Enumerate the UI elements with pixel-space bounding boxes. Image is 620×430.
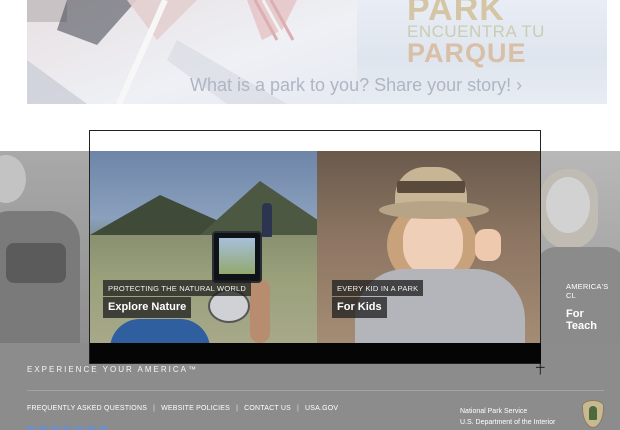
- ranger-hat-image: [379, 201, 489, 219]
- agency-department: U.S. Department of the Interior: [460, 419, 556, 426]
- footer-link-separator: |: [236, 405, 239, 412]
- footer-link-policies[interactable]: WEBSITE POLICIES: [161, 405, 230, 412]
- selection-overlay-strip: [90, 343, 541, 363]
- footer-link-separator: |: [153, 405, 156, 412]
- card-title[interactable]: For Kids: [332, 297, 387, 318]
- footer-tagline: EXPERIENCE YOUR AMERICA™: [27, 365, 198, 374]
- footer-links: FREQUENTLY ASKED QUESTIONS | WEBSITE POL…: [27, 405, 338, 412]
- card-explore-nature[interactable]: PROTECTING THE NATURAL WORLD Explore Nat…: [90, 151, 317, 343]
- card-title[interactable]: For Teach: [561, 304, 620, 337]
- brand-title-spanish: PARQUE: [407, 38, 527, 68]
- card-title[interactable]: Explore Nature: [103, 297, 192, 318]
- footer-link-contact[interactable]: CONTACT US: [244, 405, 291, 412]
- card-kicker: AMERICA'S CL: [566, 282, 609, 300]
- child-image: [403, 209, 463, 277]
- share-story-link[interactable]: What is a park to you? Share your story!…: [190, 75, 522, 96]
- footer-link-faq[interactable]: FREQUENTLY ASKED QUESTIONS: [27, 405, 147, 412]
- card-kicker: PROTECTING THE NATURAL WORLD: [103, 280, 251, 296]
- crosshair-icon: ┼: [536, 360, 545, 374]
- hiker-figure: [262, 203, 272, 237]
- gps-device-image: [212, 231, 262, 283]
- social-icons-row[interactable]: [27, 426, 107, 430]
- hero-banner[interactable]: PARK ENCUENTRA TU PARQUE What is a park …: [27, 0, 607, 104]
- card-for-kids[interactable]: EVERY KID IN A PARK For Kids: [317, 151, 540, 343]
- carousel-prev-slide[interactable]: [0, 151, 90, 343]
- footer-agency: National Park Service U.S. Department of…: [460, 406, 555, 428]
- page: PARK ENCUENTRA TU PARQUE What is a park …: [0, 0, 620, 430]
- card-label: EVERY KID IN A PARK For Kids: [332, 278, 424, 318]
- card-label: PROTECTING THE NATURAL WORLD Explore Nat…: [103, 278, 251, 318]
- card-kicker: EVERY KID IN A PARK: [332, 280, 424, 296]
- agency-name: National Park Service: [460, 408, 528, 415]
- footer-link-usagov[interactable]: USA.GOV: [305, 405, 338, 412]
- card-label-teachers: AMERICA'S CL For Teach: [561, 278, 620, 337]
- footer-link-separator: |: [296, 405, 299, 412]
- footer-divider: [27, 390, 604, 391]
